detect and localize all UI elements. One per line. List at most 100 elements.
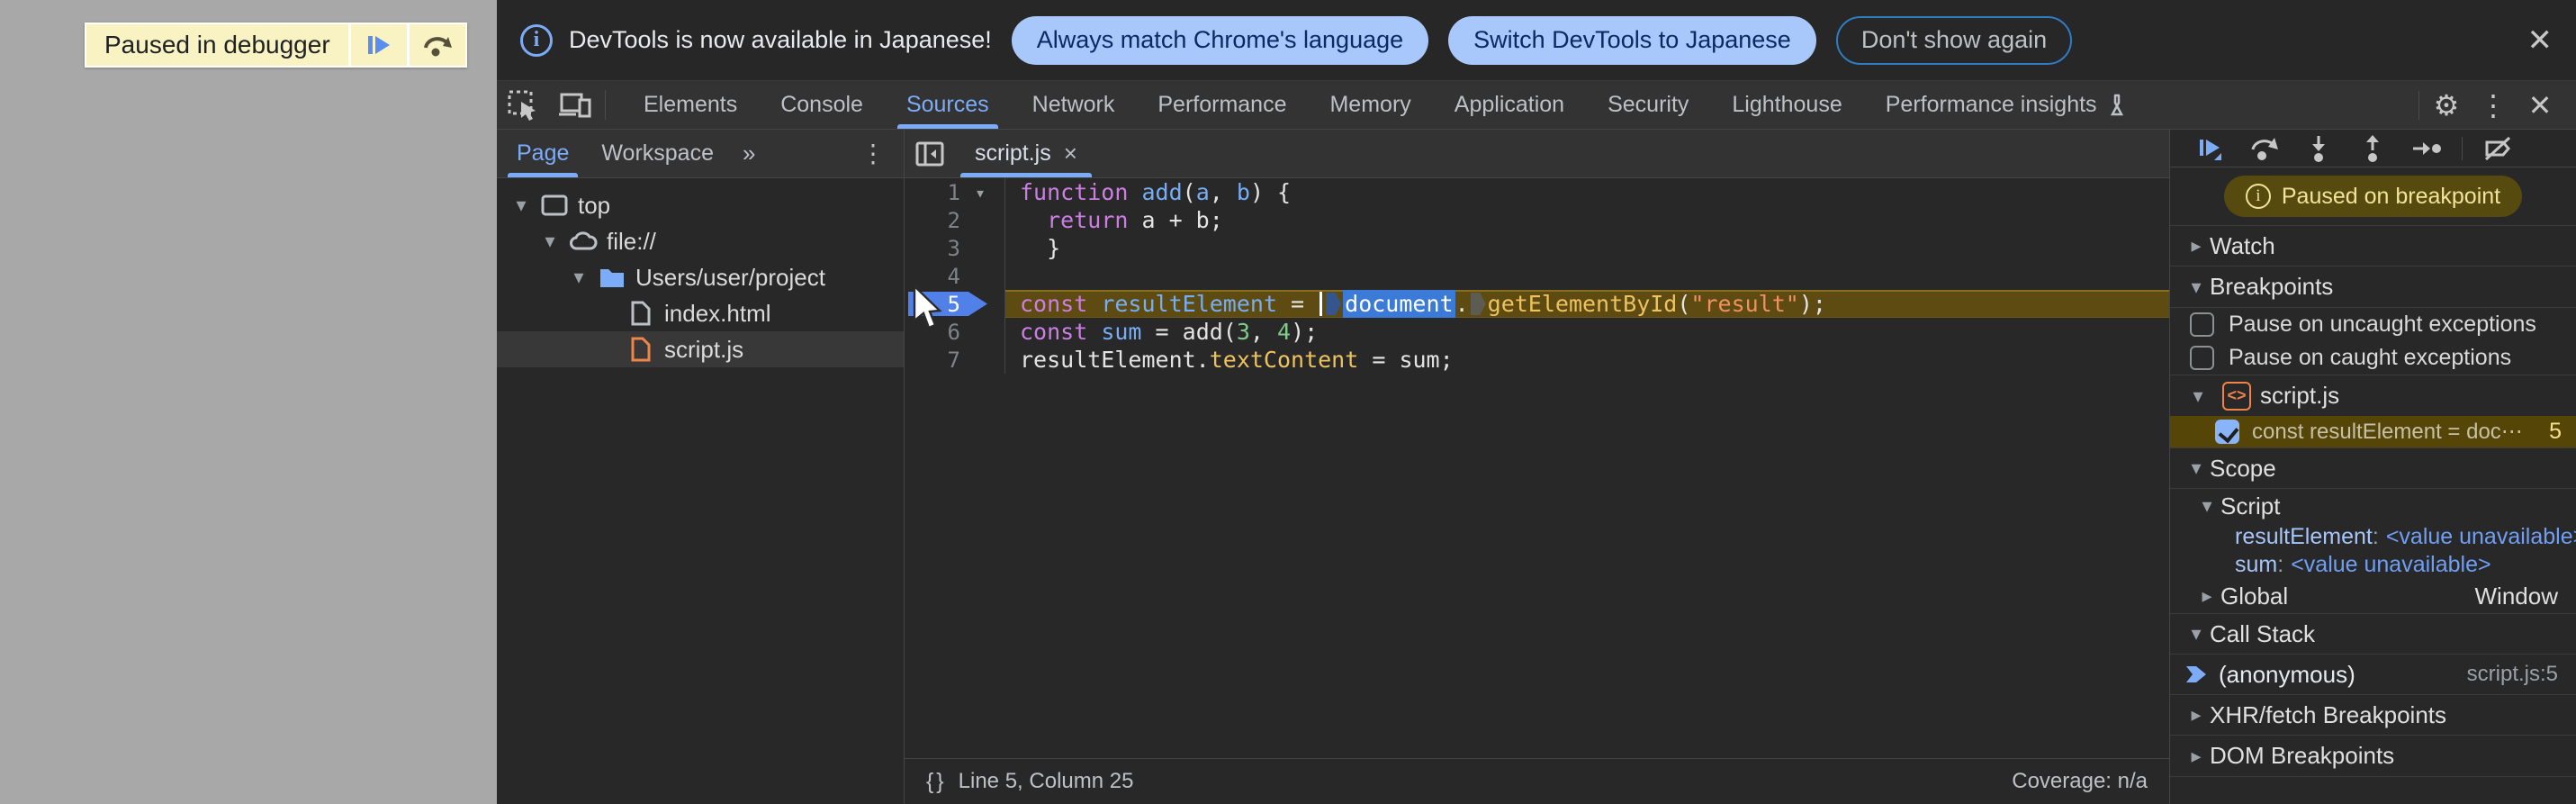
- scope-script-group[interactable]: ▾ Script: [2170, 489, 2576, 523]
- line-number[interactable]: 1: [905, 180, 960, 205]
- tab-elements[interactable]: Elements: [622, 81, 759, 129]
- collapse-arrow-icon[interactable]: ▾: [2183, 384, 2213, 408]
- scope-variable-sum[interactable]: sum : <value unavailable>: [2170, 551, 2576, 579]
- pause-uncaught-exceptions-row[interactable]: Pause on uncaught exceptions: [2170, 308, 2576, 341]
- tab-performance-insights[interactable]: Performance insights: [1864, 81, 2149, 129]
- tab-memory[interactable]: Memory: [1308, 81, 1432, 129]
- tab-sources[interactable]: Sources: [885, 81, 1011, 129]
- devtools-close-icon[interactable]: ✕: [2517, 88, 2563, 122]
- breakpoint-enabled-checkbox[interactable]: [2215, 420, 2239, 444]
- continue-to-here-marker-icon[interactable]: [1326, 293, 1342, 315]
- section-breakpoints[interactable]: ▾ Breakpoints: [2170, 266, 2576, 308]
- checkbox-label: Pause on uncaught exceptions: [2229, 312, 2536, 337]
- scope-global-value: Window: [2474, 582, 2558, 610]
- code-token: (: [1677, 291, 1691, 317]
- step-button[interactable]: [2404, 132, 2449, 165]
- section-dom-breakpoints[interactable]: ▸ DOM Breakpoints: [2170, 736, 2576, 777]
- gutter-line-3[interactable]: 3: [905, 234, 1005, 262]
- breakpoint-line-number: 5: [2549, 419, 2562, 444]
- dont-show-again-button[interactable]: Don't show again: [1835, 15, 2073, 65]
- debugger-sidebar: i Paused on breakpoint ▸ Watch ▾ Breakpo…: [2169, 130, 2576, 804]
- continue-to-here-marker-icon[interactable]: [1470, 293, 1486, 315]
- navigator-tabs: Page Workspace » ⋮: [497, 130, 904, 178]
- toggle-navigator-icon[interactable]: [905, 130, 955, 177]
- tree-item-index-html[interactable]: index.html: [497, 295, 904, 331]
- line-number[interactable]: 7: [905, 348, 960, 373]
- collapse-arrow-icon[interactable]: ▾: [2183, 456, 2210, 480]
- device-toolbar-button[interactable]: [549, 81, 601, 129]
- collapse-arrow-icon[interactable]: ▸: [2193, 584, 2220, 608]
- sources-panel: Page Workspace » ⋮ ▾ top ▾ file:// ▾ Use…: [497, 130, 2576, 804]
- tree-item-project-folder[interactable]: ▾ Users/user/project: [497, 259, 904, 295]
- section-scope[interactable]: ▾ Scope: [2170, 447, 2576, 489]
- expand-arrow-icon[interactable]: ▾: [535, 230, 565, 253]
- tab-application[interactable]: Application: [1433, 81, 1586, 129]
- fold-arrow-icon[interactable]: ▾: [960, 182, 1000, 203]
- line-number[interactable]: 3: [905, 236, 960, 261]
- tab-performance[interactable]: Performance: [1136, 81, 1308, 129]
- gutter-line-1[interactable]: 1 ▾: [905, 178, 1005, 206]
- expand-arrow-icon[interactable]: ▾: [506, 194, 536, 217]
- editor-tab-close-icon[interactable]: ×: [1064, 140, 1077, 167]
- collapse-arrow-icon[interactable]: ▾: [2183, 622, 2210, 646]
- tab-console[interactable]: Console: [759, 81, 885, 129]
- navigator-menu-icon[interactable]: ⋮: [846, 139, 900, 168]
- editor-tab-script-js[interactable]: script.js ×: [955, 130, 1097, 177]
- navigator-sidebar: Page Workspace » ⋮ ▾ top ▾ file:// ▾ Use…: [497, 130, 905, 804]
- inspect-element-button[interactable]: [497, 81, 549, 129]
- step-icon: [2413, 141, 2441, 155]
- tab-lighthouse[interactable]: Lighthouse: [1710, 81, 1863, 129]
- resume-button[interactable]: [2188, 132, 2233, 165]
- step-over-next-button[interactable]: [409, 24, 465, 66]
- section-label: Call Stack: [2210, 619, 2316, 647]
- breakpoint-file-group[interactable]: ▾ <> script.js: [2170, 375, 2576, 416]
- tab-page[interactable]: Page: [500, 130, 585, 177]
- expand-arrow-icon[interactable]: ▾: [563, 266, 594, 289]
- pretty-print-icon[interactable]: { }: [926, 769, 944, 795]
- file-tree: ▾ top ▾ file:// ▾ Users/user/project ind…: [497, 178, 904, 367]
- variable-name: sum: [2235, 552, 2278, 577]
- call-stack-frame[interactable]: (anonymous) script.js:5: [2170, 655, 2576, 694]
- collapse-arrow-icon[interactable]: ▸: [2183, 745, 2210, 768]
- tab-workspace[interactable]: Workspace: [585, 130, 730, 177]
- deactivate-breakpoints-button[interactable]: [2475, 132, 2520, 165]
- section-xhr-breakpoints[interactable]: ▸ XHR/fetch Breakpoints: [2170, 694, 2576, 736]
- breakpoint-entry-line-5[interactable]: const resultElement = doc⋯ 5: [2170, 416, 2576, 447]
- pause-uncaught-checkbox[interactable]: [2190, 312, 2214, 337]
- collapse-arrow-icon[interactable]: ▸: [2183, 234, 2210, 257]
- scope-variable-resultElement[interactable]: resultElement : <value unavailable>: [2170, 523, 2576, 551]
- paused-on-breakpoint-badge: i Paused on breakpoint: [2223, 176, 2523, 217]
- more-options-icon[interactable]: ⋮: [2470, 88, 2517, 122]
- tree-item-script-js[interactable]: script.js: [497, 331, 904, 367]
- tab-network[interactable]: Network: [1011, 81, 1137, 129]
- switch-devtools-japanese-button[interactable]: Switch DevTools to Japanese: [1448, 15, 1816, 65]
- step-over-button[interactable]: [2242, 132, 2287, 165]
- collapse-arrow-icon[interactable]: ▾: [2183, 276, 2210, 299]
- step-out-button[interactable]: [2350, 132, 2395, 165]
- resume-script-button[interactable]: [350, 24, 407, 66]
- step-into-button[interactable]: [2296, 132, 2341, 165]
- line-number[interactable]: 2: [905, 208, 960, 233]
- pause-caught-checkbox[interactable]: [2190, 346, 2214, 370]
- tab-security[interactable]: Security: [1586, 81, 1710, 129]
- scope-global-group[interactable]: ▸ Global Window: [2170, 579, 2576, 613]
- infobar-close-icon[interactable]: ✕: [2527, 23, 2553, 59]
- code-line-7: 7 resultElement. textContent = sum;: [905, 346, 2169, 374]
- collapse-arrow-icon[interactable]: ▸: [2183, 703, 2210, 727]
- section-call-stack[interactable]: ▾ Call Stack: [2170, 613, 2576, 655]
- collapse-arrow-icon[interactable]: ▾: [2193, 494, 2220, 518]
- match-chrome-language-button[interactable]: Always match Chrome's language: [1011, 15, 1429, 65]
- pause-caught-exceptions-row[interactable]: Pause on caught exceptions: [2170, 341, 2576, 375]
- variable-value: <value unavailable>: [2291, 552, 2491, 577]
- settings-gear-icon[interactable]: ⚙: [2423, 88, 2470, 122]
- gutter-line-7[interactable]: 7: [905, 346, 1005, 374]
- tree-item-file-protocol[interactable]: ▾ file://: [497, 223, 904, 259]
- more-tabs-icon[interactable]: »: [730, 140, 768, 167]
- code-line-6: 6 const sum = add( 3 , 4 );: [905, 318, 2169, 346]
- paused-in-debugger-banner: Paused in debugger: [85, 23, 467, 68]
- tree-item-top[interactable]: ▾ top: [497, 187, 904, 223]
- code-editor[interactable]: 1 ▾ function add ( a , b ) {2 return a …: [905, 178, 2169, 758]
- section-watch[interactable]: ▸ Watch: [2170, 225, 2576, 266]
- gutter-line-2[interactable]: 2: [905, 206, 1005, 234]
